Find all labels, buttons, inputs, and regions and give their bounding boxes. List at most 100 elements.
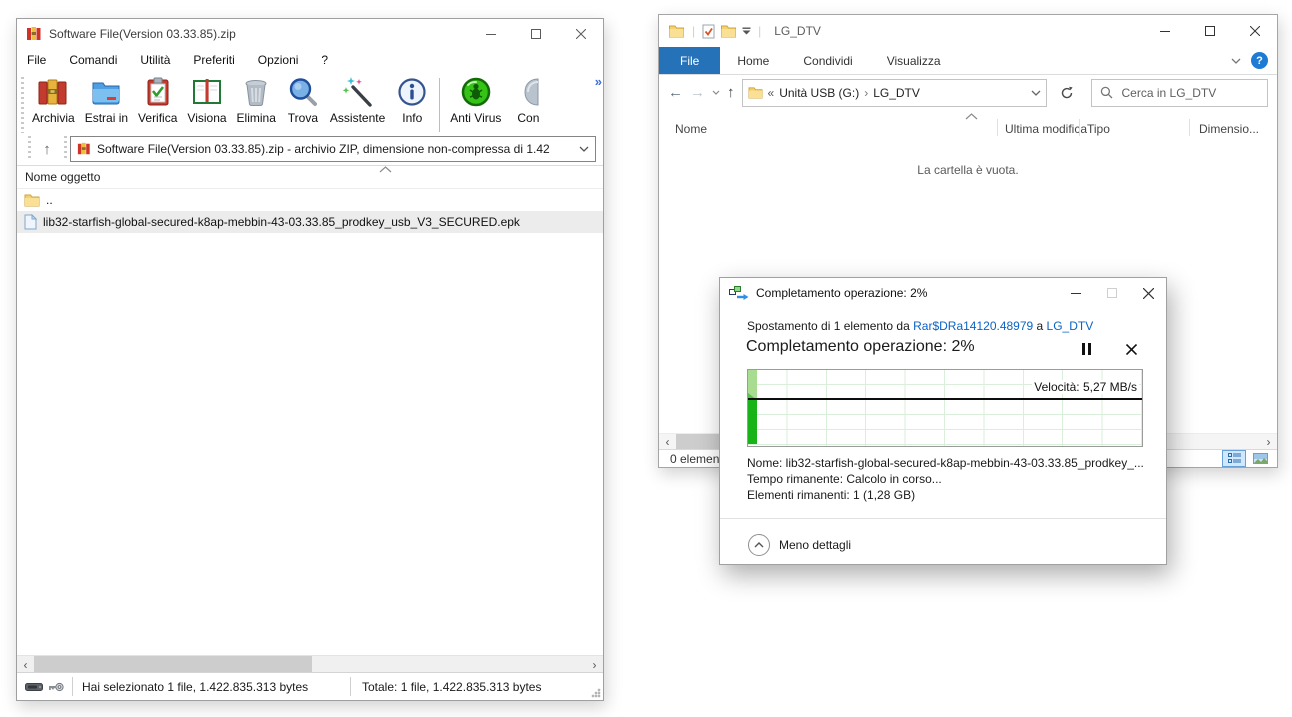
scrollbar-thumb[interactable]	[34, 656, 312, 673]
crumb-overflow-icon[interactable]: «	[768, 86, 775, 100]
address-dropdown-icon[interactable]	[1031, 90, 1041, 96]
breadcrumb-folder[interactable]: LG_DTV	[873, 86, 920, 100]
cancel-icon[interactable]	[1122, 341, 1140, 357]
list-item-name: lib32-starfish-global-secured-k8ap-mebbi…	[43, 215, 520, 229]
info-button[interactable]: Info	[390, 74, 434, 126]
column-nome[interactable]: Nome	[675, 122, 707, 136]
antivirus-button[interactable]: Anti Virus	[445, 74, 506, 126]
column-separator[interactable]	[1189, 119, 1190, 136]
menu-preferiti[interactable]: Preferiti	[193, 53, 234, 67]
toolbar-overflow-icon[interactable]: »	[595, 74, 602, 89]
drive-icon[interactable]	[25, 681, 43, 693]
winrar-statusbar: Hai selezionato 1 file, 1.422.835.313 by…	[17, 672, 603, 700]
toolbar-separator	[439, 78, 441, 132]
minimize-icon[interactable]	[1058, 278, 1094, 308]
back-icon[interactable]: ←	[668, 84, 683, 101]
toolbar-gripper	[21, 77, 24, 133]
tab-home[interactable]: Home	[720, 47, 786, 74]
up-icon[interactable]: ↑	[727, 84, 735, 101]
winrar-list-header[interactable]: Nome oggetto	[17, 166, 603, 189]
column-tipo[interactable]: Tipo	[1087, 122, 1110, 136]
properties-quick-icon[interactable]	[702, 24, 715, 39]
address-bar[interactable]: « Unità USB (G:) › LG_DTV	[741, 78, 1047, 107]
maximize-icon[interactable]	[513, 19, 558, 49]
breadcrumb-separator-icon[interactable]: ›	[864, 86, 868, 100]
toolbar-label: Estrai in	[84, 111, 129, 125]
total-status-text: Totale: 1 file, 1.422.835.313 bytes	[362, 679, 542, 694]
comment-button[interactable]: Con	[506, 74, 550, 126]
wizard-button[interactable]: Assistente	[325, 74, 390, 126]
chevron-down-icon[interactable]	[579, 146, 589, 152]
pause-icon[interactable]	[1076, 341, 1096, 357]
winrar-logo-icon	[26, 26, 42, 42]
close-icon[interactable]	[1130, 278, 1166, 308]
winrar-horizontal-scrollbar[interactable]: ‹ ›	[17, 655, 603, 673]
column-name-oggetto[interactable]: Nome oggetto	[25, 170, 100, 184]
expand-ribbon-icon[interactable]	[1231, 58, 1241, 64]
column-ultima-modifica[interactable]: Ultima modifica	[1005, 122, 1087, 136]
scroll-left-icon[interactable]: ‹	[17, 656, 34, 673]
scroll-left-icon[interactable]: ‹	[659, 434, 676, 450]
test-archive-button[interactable]: Verifica	[133, 74, 182, 126]
view-file-button[interactable]: Visiona	[182, 74, 231, 126]
thumbnails-view-button[interactable]	[1248, 450, 1272, 467]
details-view-button[interactable]	[1222, 450, 1246, 467]
explorer-ribbon-tabs: File Home Condividi Visualizza ?	[659, 47, 1277, 75]
search-icon	[1100, 86, 1113, 99]
list-item-epk-file[interactable]: lib32-starfish-global-secured-k8ap-mebbi…	[17, 211, 603, 233]
archive-path-value: Software File(Version 03.33.85).zip - ar…	[97, 142, 550, 156]
chevron-up-circle-icon	[748, 534, 770, 556]
extract-to-button[interactable]: Estrai in	[80, 74, 133, 126]
menu-utilita[interactable]: Utilità	[140, 53, 170, 67]
add-archive-button[interactable]: Archivia	[27, 74, 80, 126]
winrar-logo-icon	[77, 142, 91, 156]
find-button[interactable]: Trova	[281, 74, 325, 126]
archive-books-icon	[36, 75, 70, 109]
resize-grip[interactable]	[591, 688, 601, 698]
tab-visualizza[interactable]: Visualizza	[870, 47, 958, 74]
explorer-window-title: LG_DTV	[774, 24, 821, 38]
move-destination-link[interactable]: LG_DTV	[1047, 319, 1094, 333]
menu-opzioni[interactable]: Opzioni	[258, 53, 299, 67]
customize-quick-access-icon[interactable]	[742, 27, 751, 35]
help-icon[interactable]: ?	[1251, 52, 1268, 69]
toolbar-label: Con	[517, 111, 540, 125]
scroll-right-icon[interactable]: ›	[586, 656, 603, 673]
search-input[interactable]	[1119, 84, 1234, 101]
progress-heading: Completamento operazione: 2%	[746, 338, 975, 355]
refresh-icon[interactable]	[1054, 86, 1080, 100]
winrar-file-list: .. lib32-starfish-global-secured-k8ap-me…	[17, 189, 603, 656]
close-icon[interactable]	[1232, 15, 1277, 47]
archive-path-combobox[interactable]: Software File(Version 03.33.85).zip - ar…	[70, 136, 596, 162]
menu-comandi[interactable]: Comandi	[69, 53, 117, 67]
list-item-parent-dir[interactable]: ..	[17, 189, 603, 211]
tab-condividi[interactable]: Condividi	[786, 47, 869, 74]
fewer-details-toggle[interactable]: Meno dettagli	[748, 530, 851, 560]
tab-file[interactable]: File	[659, 47, 721, 74]
maximize-icon[interactable]	[1187, 15, 1232, 47]
minimize-icon[interactable]	[468, 19, 513, 49]
up-one-level-icon[interactable]: ↑	[34, 137, 60, 161]
titlebar-separator: |	[692, 24, 696, 38]
sort-ascending-icon	[965, 113, 978, 120]
winrar-menubar: File Comandi Utilità Preferiti Opzioni ?	[17, 49, 603, 71]
breadcrumb-drive[interactable]: Unità USB (G:)	[779, 86, 859, 100]
column-separator[interactable]	[997, 119, 998, 136]
close-icon[interactable]	[558, 19, 603, 49]
sort-ascending-icon	[379, 166, 392, 173]
key-icon[interactable]	[48, 681, 64, 693]
selection-status-text: Hai selezionato 1 file, 1.422.835.313 by…	[82, 679, 309, 694]
new-folder-quick-icon[interactable]	[720, 24, 737, 38]
column-dimensione[interactable]: Dimensio...	[1199, 122, 1259, 136]
minimize-icon[interactable]	[1142, 15, 1187, 47]
search-box[interactable]	[1090, 78, 1268, 107]
recent-locations-icon[interactable]	[712, 90, 720, 95]
info-icon	[395, 75, 429, 109]
menu-file[interactable]: File	[27, 53, 46, 67]
move-operation-icon	[729, 286, 749, 300]
move-source-link[interactable]: Rar$DRa14120.48979	[913, 319, 1033, 333]
column-separator[interactable]	[1079, 119, 1080, 136]
delete-button[interactable]: Elimina	[232, 74, 281, 126]
scroll-right-icon[interactable]: ›	[1260, 434, 1277, 450]
menu-help[interactable]: ?	[321, 53, 328, 67]
